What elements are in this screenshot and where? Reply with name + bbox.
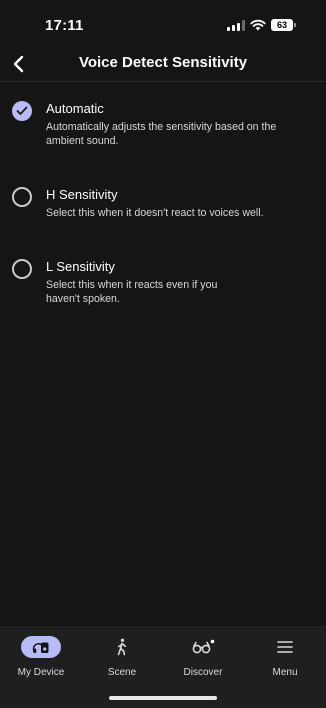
wifi-icon [250,19,266,31]
radio-unselected-icon[interactable] [12,259,32,279]
home-indicator [109,696,217,700]
tab-discover[interactable]: Discover [163,636,243,678]
tab-scene[interactable]: Scene [82,636,162,678]
checkmark-icon [16,106,28,115]
walking-icon [82,636,162,658]
option-title: Automatic [46,101,104,116]
option-title: H Sensitivity [46,187,118,202]
option-title: L Sensitivity [46,259,115,274]
tab-label: Scene [107,667,137,678]
option-description: Select this when it doesn't react to voi… [46,207,264,219]
battery-level: 63 [271,19,293,31]
tab-label: My Device [17,667,65,678]
binoculars-icon [163,636,243,658]
radio-selected-icon[interactable] [12,101,32,121]
device-icon [21,636,61,658]
tab-label: Discover [183,667,223,678]
status-icons: 63 [227,19,296,31]
radio-unselected-icon[interactable] [12,187,32,207]
tab-my-device[interactable]: My Device [1,636,81,678]
bottom-tab-bar: My Device Scene Discover Menu [0,626,326,708]
tab-label: Menu [272,667,298,678]
page-title: Voice Detect Sensitivity [78,54,248,71]
status-time: 17:11 [45,17,84,34]
header-divider [0,81,326,82]
tab-menu[interactable]: Menu [245,636,325,678]
status-bar: 17:11 63 [0,0,326,48]
cellular-signal-icon [227,19,245,31]
battery-icon: 63 [271,19,296,31]
option-description: Select this when it reacts even if you h… [46,279,218,305]
option-description: Automatically adjusts the sensitivity ba… [46,121,277,147]
header: Voice Detect Sensitivity [0,48,326,80]
menu-icon [245,636,325,658]
